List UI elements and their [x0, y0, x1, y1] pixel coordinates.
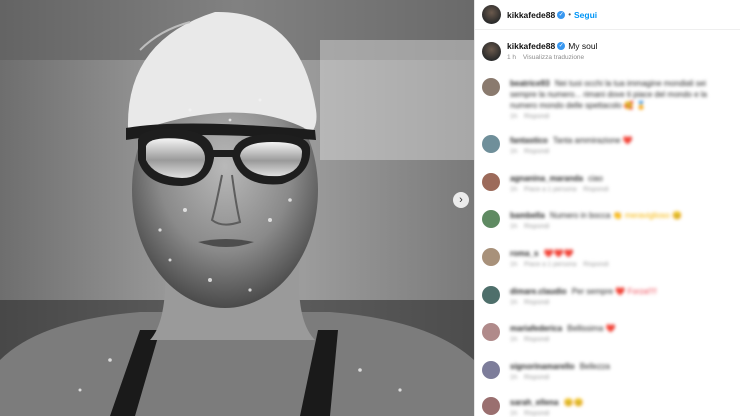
comment-emoji: 👏 meraviglioso 😊 — [612, 211, 682, 220]
chevron-right-icon: › — [459, 193, 463, 206]
comment-text: Numero in bocca — [549, 211, 611, 220]
separator-dot: • — [568, 10, 572, 19]
comment-text: Per sempre — [571, 287, 614, 296]
likes-count[interactable]: Piace a 1 persona — [524, 261, 576, 268]
translate-link[interactable]: Visualizza traduzione — [523, 54, 584, 61]
commenter-avatar[interactable] — [482, 361, 500, 379]
reply-link[interactable]: Rispondi — [524, 336, 549, 343]
follow-button[interactable]: Segui — [574, 10, 597, 20]
comment-emoji: 🥰 🏅 — [623, 101, 647, 110]
reply-link[interactable]: Rispondi — [524, 148, 549, 155]
comment-emoji: ❤️ Forza!!!! — [615, 287, 657, 296]
likes-count[interactable]: Piace a 1 persona — [524, 186, 576, 193]
comment-time: 1h — [510, 374, 518, 381]
comment-text: Bellissima — [567, 324, 604, 333]
comment-time: 1h — [510, 223, 518, 230]
commenter-avatar[interactable] — [482, 135, 500, 153]
comment-username[interactable]: beatrice93 — [510, 79, 550, 88]
verified-icon: ✓ — [557, 42, 566, 50]
comment-item: roma_s ❤️❤️❤️ 1h Piace a 1 persona Rispo… — [482, 248, 734, 268]
reply-link[interactable]: Rispondi — [583, 186, 608, 193]
commenter-avatar[interactable] — [482, 286, 500, 304]
comment-item: bambella Numero in bocca 👏 meraviglioso … — [482, 210, 734, 230]
comment-time: 1h — [510, 336, 518, 343]
post-header: kikkafede88 ✓ • Segui — [475, 0, 740, 30]
comment-username[interactable]: agnanina_maranda — [510, 174, 583, 183]
reply-link[interactable]: Rispondi — [524, 299, 549, 306]
comment-time: 1h — [510, 148, 518, 155]
comment-username[interactable]: roma_s — [510, 249, 538, 258]
comment-text: Bellezza — [579, 362, 610, 371]
comment-item: sarah_ellena 😊😊 1h Rispondi — [482, 397, 734, 417]
comment-time: 1h — [510, 113, 518, 120]
comment-username[interactable]: bambella — [510, 211, 545, 220]
comment-username[interactable]: dimare.claudio — [510, 287, 566, 296]
swimmer-image — [0, 0, 474, 416]
author-username[interactable]: kikkafede88 — [507, 10, 555, 20]
reply-link[interactable]: Rispondi — [524, 374, 549, 381]
commenter-avatar[interactable] — [482, 397, 500, 415]
reply-link[interactable]: Rispondi — [524, 223, 549, 230]
comment-username[interactable]: signorinamarello — [510, 362, 574, 371]
comment-item: dimare.claudio Per sempre ❤️ Forza!!!! 1… — [482, 286, 734, 306]
comment-username[interactable]: sarah_ellena — [510, 398, 558, 407]
comment-item: fantastico Tanta ammirazione ❤️ 1h Rispo… — [482, 135, 734, 155]
commenter-avatar[interactable] — [482, 248, 500, 266]
reply-link[interactable]: Rispondi — [583, 261, 608, 268]
post-side-panel: kikkafede88 ✓ • Segui kikkafede88 ✓ My s… — [474, 0, 740, 417]
commenter-avatar[interactable] — [482, 78, 500, 96]
comment-text: ciao — [588, 174, 603, 183]
commenter-avatar[interactable] — [482, 323, 500, 341]
verified-icon: ✓ — [557, 10, 566, 19]
commenter-avatar[interactable] — [482, 210, 500, 228]
comment-text: Tanta ammirazione — [552, 136, 621, 145]
comment-item: beatrice93 Nei tuoi occhi la tua immagin… — [482, 78, 734, 120]
comment-item: mariafederica Bellissima ❤️ 1h Rispondi — [482, 323, 734, 343]
comment-username[interactable]: mariafederica — [510, 324, 562, 333]
next-photo-button[interactable]: › — [453, 192, 469, 208]
caption-text: My soul — [568, 41, 598, 51]
instagram-post: › kikkafede88 ✓ • Segui kikkafede88 ✓ My… — [0, 0, 740, 417]
comment-username[interactable]: fantastico — [510, 136, 548, 145]
comment-item: signorinamarello Bellezza 1h Rispondi — [482, 361, 734, 381]
reply-link[interactable]: Rispondi — [524, 113, 549, 120]
post-caption: kikkafede88 ✓ My soul 1 h Visualizza tra… — [475, 30, 740, 61]
caption-time: 1 h — [507, 54, 517, 61]
comment-emoji: 😊😊 — [563, 398, 584, 407]
comment-emoji: ❤️ — [622, 136, 633, 145]
caption-avatar[interactable] — [482, 42, 501, 61]
comment-time: 1h — [510, 261, 518, 268]
comment-emoji: ❤️❤️❤️ — [543, 249, 574, 258]
comment-item: agnanina_maranda ciao 1h Piace a 1 perso… — [482, 173, 734, 193]
post-photo[interactable]: › — [0, 0, 474, 416]
caption-username[interactable]: kikkafede88 — [507, 41, 555, 51]
comment-emoji: ❤️ — [605, 324, 616, 333]
author-avatar[interactable] — [482, 5, 501, 24]
comment-time: 1h — [510, 186, 518, 193]
commenter-avatar[interactable] — [482, 173, 500, 191]
comment-time: 1h — [510, 299, 518, 306]
